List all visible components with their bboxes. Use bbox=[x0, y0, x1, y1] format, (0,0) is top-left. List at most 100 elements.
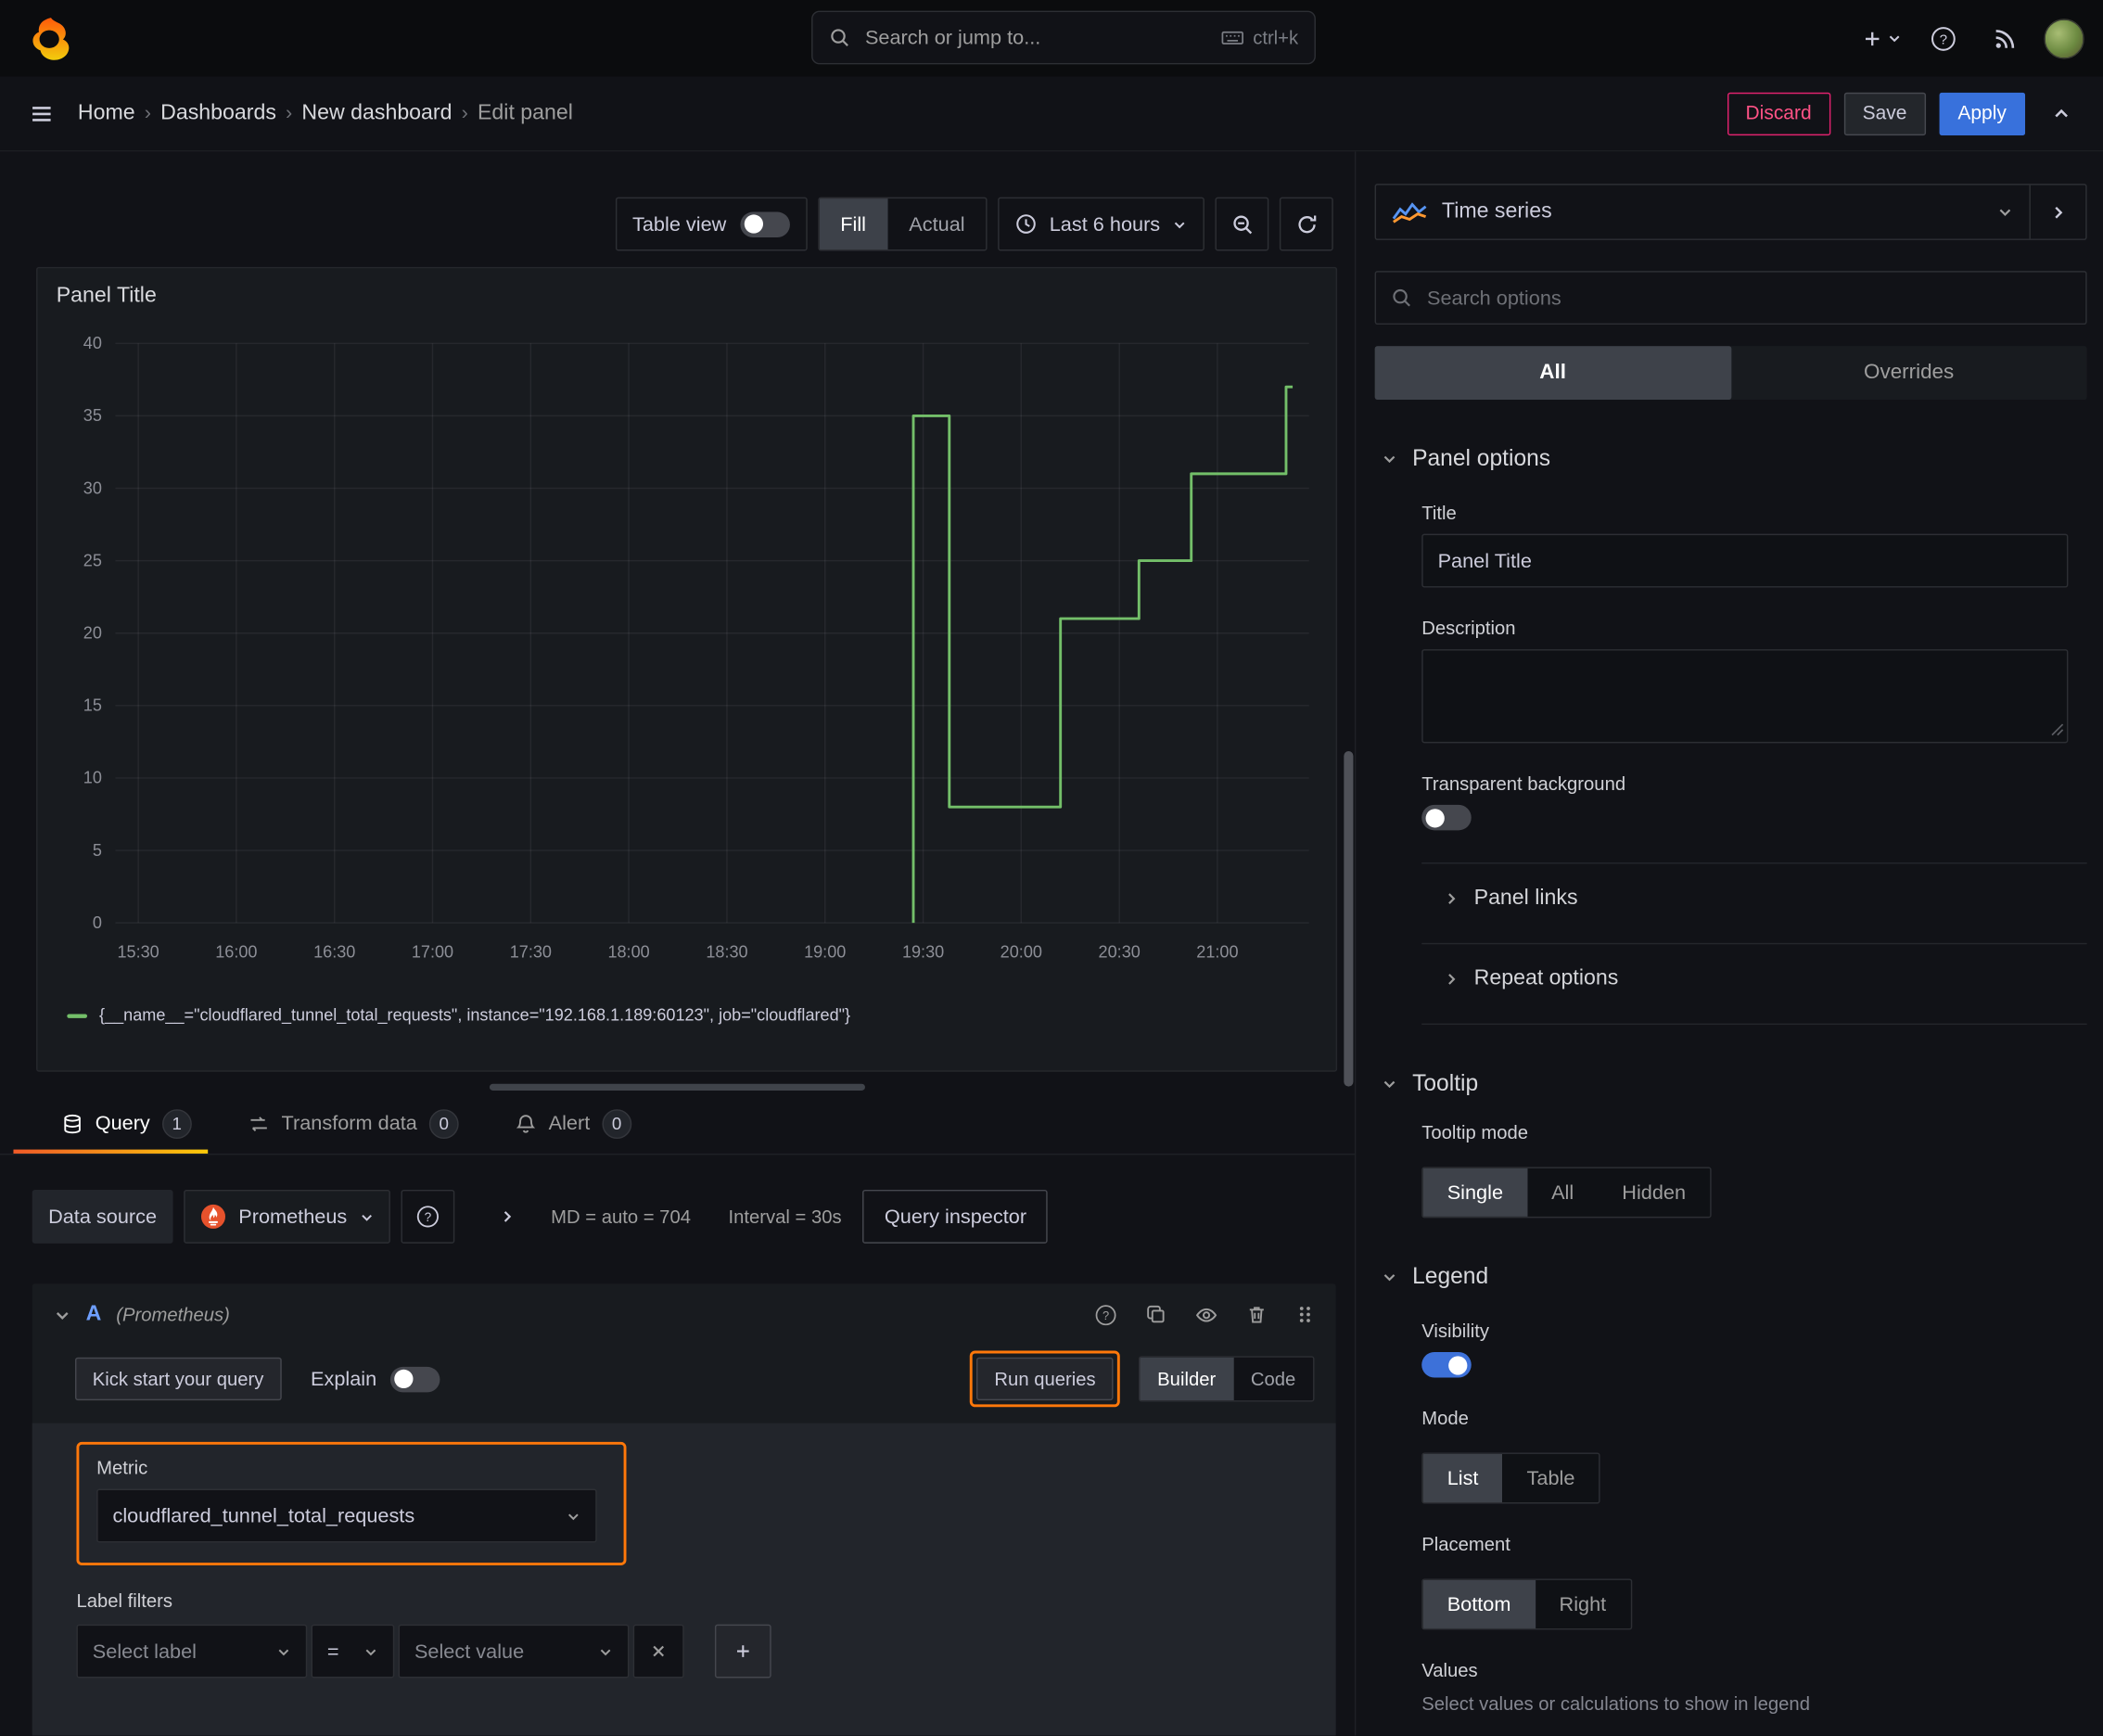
legend-placement-bottom[interactable]: Bottom bbox=[1422, 1579, 1536, 1628]
query-help-button[interactable]: ? bbox=[1094, 1303, 1117, 1326]
legend-section-header[interactable]: Legend bbox=[1382, 1264, 2087, 1291]
query-inspector-button[interactable]: Query inspector bbox=[862, 1189, 1049, 1244]
description-field-label: Description bbox=[1421, 617, 1516, 639]
tab-query[interactable]: Query 1 bbox=[13, 1093, 208, 1154]
description-input[interactable] bbox=[1421, 649, 2069, 744]
panel-editor-column: Table view Fill Actual Last 6 hours Pane… bbox=[0, 151, 1355, 1736]
svg-text:?: ? bbox=[424, 1210, 431, 1224]
tooltip-mode-hidden[interactable]: Hidden bbox=[1598, 1168, 1710, 1217]
panel-resize-handle[interactable] bbox=[489, 1083, 865, 1091]
grafana-logo-icon[interactable] bbox=[27, 14, 75, 62]
breadcrumb-new-dashboard[interactable]: New dashboard bbox=[297, 101, 458, 125]
panel-actions: Discard Save Apply bbox=[1727, 91, 2084, 136]
global-search[interactable]: ctrl+k bbox=[811, 10, 1316, 65]
explain-toggle[interactable] bbox=[389, 1366, 440, 1392]
tab-transform[interactable]: Transform data 0 bbox=[240, 1093, 467, 1154]
legend-series-label[interactable]: {__name__="cloudflared_tunnel_total_requ… bbox=[99, 1006, 850, 1025]
panel-links-section[interactable]: Panel links bbox=[1443, 887, 2086, 911]
options-search-input[interactable] bbox=[1424, 285, 2071, 311]
zoom-out-icon bbox=[1232, 214, 1252, 234]
legend-mode-table[interactable]: Table bbox=[1502, 1454, 1599, 1502]
save-button[interactable]: Save bbox=[1843, 92, 1926, 135]
panel-title-input[interactable] bbox=[1421, 533, 2069, 588]
query-builder: Metric cloudflared_tunnel_total_requests… bbox=[32, 1423, 1336, 1736]
timeseries-viz-icon bbox=[1392, 202, 1427, 223]
legend-placement-right[interactable]: Right bbox=[1535, 1580, 1630, 1628]
builder-option[interactable]: Builder bbox=[1140, 1357, 1234, 1401]
legend-visibility-toggle[interactable] bbox=[1421, 1352, 1472, 1378]
timeseries-chart[interactable]: 0 5 10 15 20 25 30 35 40 15:30 16:00 16:30 17:00 17:3… bbox=[51, 316, 1325, 1001]
query-options-expand-button[interactable] bbox=[484, 1194, 529, 1239]
editor-scrollbar[interactable] bbox=[1344, 751, 1354, 1087]
tab-alert[interactable]: Alert 0 bbox=[507, 1093, 640, 1154]
actual-option[interactable]: Actual bbox=[887, 198, 987, 249]
metric-select[interactable]: cloudflared_tunnel_total_requests bbox=[96, 1488, 597, 1543]
kick-start-query-button[interactable]: Kick start your query bbox=[75, 1357, 282, 1401]
tab-all-options[interactable]: All bbox=[1374, 346, 1731, 401]
viz-suggestions-button[interactable] bbox=[2029, 185, 2085, 239]
query-row-header[interactable]: A (Prometheus) ? bbox=[32, 1283, 1336, 1346]
drag-query-handle[interactable] bbox=[1295, 1304, 1314, 1325]
discard-button[interactable]: Discard bbox=[1727, 92, 1830, 135]
chevron-down-icon bbox=[365, 1648, 376, 1655]
chevron-down-icon bbox=[1383, 1274, 1396, 1282]
tab-overrides[interactable]: Overrides bbox=[1731, 346, 2087, 400]
mega-menu-button[interactable] bbox=[19, 91, 64, 136]
run-queries-button[interactable]: Run queries bbox=[976, 1357, 1114, 1401]
legend-placement-group: Bottom Right bbox=[1421, 1578, 1632, 1630]
chevron-down-icon bbox=[600, 1648, 611, 1655]
hide-query-button[interactable] bbox=[1195, 1303, 1218, 1326]
visualization-select[interactable]: Time series bbox=[1376, 185, 2029, 239]
user-avatar[interactable] bbox=[2044, 18, 2084, 58]
breadcrumb-home[interactable]: Home bbox=[72, 101, 140, 125]
legend-mode-list[interactable]: List bbox=[1422, 1453, 1503, 1503]
news-button[interactable] bbox=[1982, 16, 2028, 61]
datasource-help-button[interactable]: ? bbox=[401, 1189, 454, 1244]
duplicate-query-button[interactable] bbox=[1145, 1304, 1166, 1325]
help-button[interactable]: ? bbox=[1920, 16, 1966, 61]
delete-query-button[interactable] bbox=[1246, 1304, 1268, 1325]
repeat-options-section[interactable]: Repeat options bbox=[1443, 967, 2086, 991]
remove-filter-button[interactable] bbox=[632, 1624, 684, 1679]
select-value-dropdown[interactable]: Select value bbox=[398, 1624, 630, 1679]
svg-text:20: 20 bbox=[83, 624, 102, 643]
code-option[interactable]: Code bbox=[1233, 1358, 1313, 1400]
select-label-dropdown[interactable]: Select label bbox=[76, 1624, 308, 1679]
resize-corner-icon[interactable] bbox=[2051, 723, 2064, 736]
repeat-options-label: Repeat options bbox=[1473, 966, 1619, 990]
new-button[interactable] bbox=[1859, 16, 1905, 61]
transparent-background-toggle[interactable] bbox=[1421, 804, 1472, 831]
tooltip-mode-single[interactable]: Single bbox=[1422, 1168, 1528, 1217]
interval-summary: Interval = 30s bbox=[728, 1206, 842, 1228]
breadcrumb-dashboards[interactable]: Dashboards bbox=[155, 101, 281, 125]
query-options-summary[interactable]: MD = auto = 704 Interval = 30s bbox=[551, 1206, 841, 1227]
search-icon bbox=[1393, 288, 1410, 307]
add-filter-button[interactable] bbox=[714, 1624, 771, 1679]
legend-values-label: Values bbox=[1421, 1659, 1478, 1681]
refresh-button[interactable] bbox=[1279, 197, 1333, 251]
zoom-out-time-button[interactable] bbox=[1215, 197, 1269, 251]
query-ref-id: A bbox=[85, 1302, 102, 1326]
options-search[interactable] bbox=[1374, 271, 2087, 326]
svg-text:5: 5 bbox=[93, 841, 102, 860]
chevron-down-icon[interactable] bbox=[54, 1306, 71, 1323]
fill-option[interactable]: Fill bbox=[819, 198, 888, 250]
collapse-toolbar-button[interactable] bbox=[2039, 91, 2084, 136]
tooltip-section-header[interactable]: Tooltip bbox=[1382, 1070, 2087, 1097]
datasource-picker[interactable]: Prometheus bbox=[183, 1189, 390, 1244]
tooltip-mode-all[interactable]: All bbox=[1527, 1168, 1598, 1217]
chevron-up-icon bbox=[2055, 108, 2068, 117]
svg-text:25: 25 bbox=[83, 551, 102, 569]
global-search-input[interactable] bbox=[862, 24, 1209, 51]
time-range-picker[interactable]: Last 6 hours bbox=[998, 197, 1204, 251]
operator-dropdown[interactable]: = bbox=[311, 1624, 395, 1679]
table-view-toggle[interactable] bbox=[739, 211, 790, 237]
transparent-background-field: Transparent background bbox=[1421, 772, 2086, 831]
label-filters-row: Select label = Select value bbox=[76, 1624, 1311, 1679]
tab-alert-count: 0 bbox=[602, 1108, 632, 1139]
panel-options-section-header[interactable]: Panel options bbox=[1382, 445, 2087, 472]
breadcrumb-separator-icon: › bbox=[286, 101, 293, 125]
datasource-label: Data source bbox=[32, 1189, 173, 1244]
chevron-right-icon bbox=[1448, 974, 1456, 985]
apply-button[interactable]: Apply bbox=[1939, 92, 2026, 135]
